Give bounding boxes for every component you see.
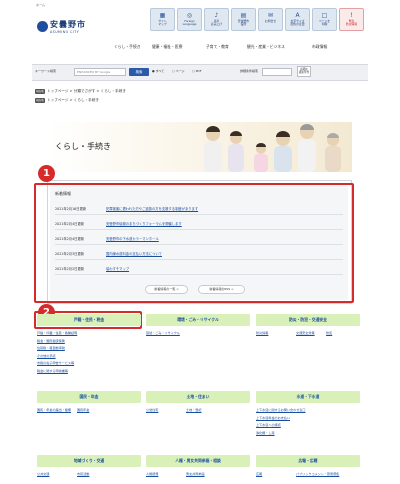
- category-link[interactable]: 上下水道料金のお支払い: [256, 415, 290, 420]
- detail-search-input[interactable]: [262, 68, 292, 76]
- category-heading[interactable]: 環境・ごみ・リサイクル: [146, 314, 250, 326]
- page-title: くらし・手続き: [55, 142, 111, 151]
- category-link[interactable]: 国民年金: [77, 407, 89, 412]
- category-heading[interactable]: 防災・防犯・交通安全: [256, 314, 360, 326]
- header-button-emergency[interactable]: ! 緊急 防災情報: [339, 8, 364, 31]
- category-link[interactable]: 市民活動: [77, 471, 89, 476]
- emergency-icon: !: [350, 12, 353, 19]
- category-link[interactable]: 国民・年金の届出・整備: [37, 407, 71, 412]
- header-button-voice[interactable]: ♪ 音声 読み上げ: [204, 8, 229, 31]
- category-link[interactable]: 土地・登記: [186, 407, 201, 412]
- gnav-living[interactable]: くらし・手続き: [114, 44, 141, 50]
- gnav-city-info[interactable]: 市政情報: [312, 44, 327, 50]
- breadcrumb[interactable]: トップページ > くらし・手続き: [47, 98, 99, 103]
- header-button-label: 安曇野市 役所: [237, 19, 250, 27]
- annotation-box-1: [34, 183, 354, 303]
- breadcrumb-tag: 現在地: [35, 98, 45, 103]
- detail-search-label: 詳細条件検索: [240, 69, 259, 73]
- header-button-label: 緊急 防災情報: [345, 19, 358, 27]
- category-heading[interactable]: 人権・男女共同参画・相談: [146, 455, 250, 467]
- category-heading[interactable]: 戸籍・住民・税金: [37, 314, 141, 326]
- site-logo[interactable]: 安曇野市: [50, 19, 86, 30]
- page-icon: □: [321, 12, 328, 19]
- breadcrumb[interactable]: トップページ > 分類でさがす > くらし・手続き: [47, 89, 126, 94]
- category-link[interactable]: 人権啓発: [146, 471, 158, 476]
- site-logo-en: ASUMINO CITY: [50, 30, 80, 34]
- search-label: キーワード検索: [35, 69, 57, 73]
- font-size-icon: A: [295, 12, 300, 19]
- category-link[interactable]: その他の手続: [37, 353, 56, 358]
- category-link[interactable]: 税金・国民健康保険: [37, 338, 65, 343]
- category-link[interactable]: 市税の電子申告サービス等: [37, 360, 74, 365]
- category-link[interactable]: 防災情報: [256, 330, 268, 335]
- category-link[interactable]: 防犯: [326, 330, 332, 335]
- header-button-label: サイト マップ: [158, 19, 167, 27]
- category-heading[interactable]: 水道・下水道: [256, 391, 360, 403]
- gnav-tourism[interactable]: 観光・産業・ビジネス: [247, 44, 285, 50]
- category-link[interactable]: 住民税・軽自動車税: [37, 345, 65, 350]
- category-link[interactable]: 公営住宅: [146, 407, 158, 412]
- header-button-calendar[interactable]: ▤ 安曇野市 役所: [231, 8, 256, 31]
- header-button-label: お問合せ: [264, 19, 277, 23]
- search-radio-all[interactable]: ● すべて: [152, 69, 164, 73]
- category-link[interactable]: 税金に関する申請書等: [37, 368, 68, 373]
- breadcrumb-tag: 現在地: [35, 89, 45, 94]
- search-input[interactable]: ENHANCED BY Google: [74, 68, 126, 76]
- detail-search-button[interactable]: 詳細な 検索条件: [297, 66, 311, 77]
- category-link[interactable]: 公共交通: [37, 471, 49, 476]
- sitemap-icon: ▦: [159, 12, 166, 19]
- header-button-contact[interactable]: ✉ お問合せ: [258, 8, 283, 31]
- category-heading[interactable]: 広報・広聴: [256, 455, 360, 467]
- header-button-font-size[interactable]: A 文字サイズ 配色の変更: [285, 8, 310, 31]
- search-radio-page[interactable]: ○ ページ: [172, 69, 185, 73]
- category-heading[interactable]: 国民・年金: [37, 391, 141, 403]
- category-link[interactable]: 広報: [256, 471, 262, 476]
- category-link[interactable]: 浄化槽・し尿: [256, 430, 275, 435]
- search-button[interactable]: 検索: [129, 68, 149, 76]
- header-button-label: 文字サイズ 配色の変更: [290, 19, 305, 27]
- category-link[interactable]: 男女共同参画: [186, 471, 205, 476]
- gnav-health[interactable]: 健康・福祉・医療: [152, 44, 182, 50]
- header-button-label: ページを 印刷: [318, 19, 331, 27]
- header-button-page[interactable]: □ ページを 印刷: [312, 8, 337, 31]
- category-link[interactable]: 環境・ごみ・リサイクル: [146, 330, 180, 335]
- header-button-label: 音声 読み上げ: [210, 19, 223, 27]
- header-button-sitemap[interactable]: ▦ サイト マップ: [150, 8, 175, 31]
- category-link[interactable]: 上下水道への接続: [256, 422, 281, 427]
- language-icon: ◎: [186, 12, 193, 19]
- category-link[interactable]: 戸籍・印鑑・住民・各種証明: [37, 330, 77, 335]
- gnav-childcare[interactable]: 子育て・教育: [206, 44, 229, 50]
- annotation-badge-1: 1: [38, 165, 55, 182]
- header-button-label: Foreign Language: [182, 19, 197, 27]
- category-link[interactable]: パブリックコメント・意見募集: [296, 471, 339, 476]
- city-emblem-icon[interactable]: [37, 21, 48, 32]
- home-link[interactable]: ホーム: [36, 3, 45, 7]
- header-button-language[interactable]: ◎ Foreign Language: [177, 8, 202, 31]
- search-radio-pdf[interactable]: ○ PDF: [192, 69, 201, 73]
- voice-icon: ♪: [214, 12, 219, 19]
- category-heading[interactable]: 土地・住まい: [146, 391, 250, 403]
- category-link[interactable]: 上下水道に関するお問い合わせ窓口: [256, 407, 306, 412]
- category-link[interactable]: 交通安全対策: [296, 330, 315, 335]
- calendar-icon: ▤: [240, 12, 247, 19]
- contact-icon: ✉: [267, 12, 274, 19]
- category-heading[interactable]: 地域づくり・交通: [37, 455, 141, 467]
